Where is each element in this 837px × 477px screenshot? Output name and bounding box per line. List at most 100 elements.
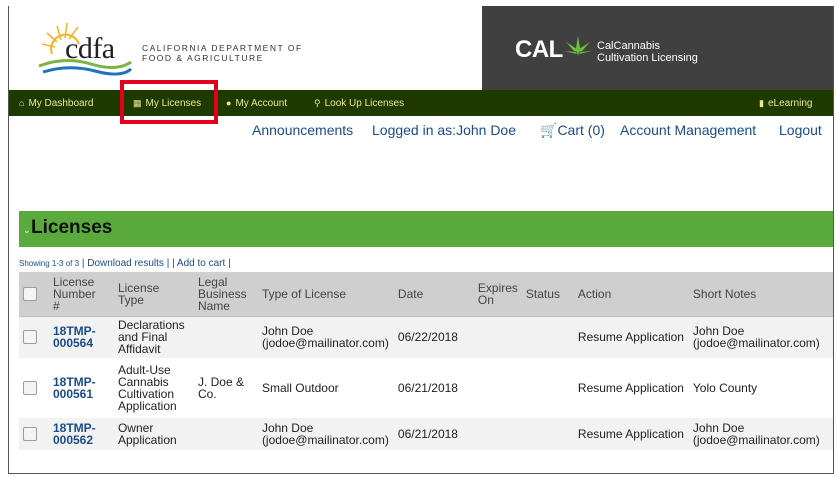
legal-business-name-cell [193, 418, 258, 450]
col-license-number-l2: Number [52, 286, 96, 301]
cdfa-header-area: cdfa CALIFORNIA DEPARTMENT OF FOOD & AGR… [9, 6, 482, 90]
home-icon: ⌂ [19, 98, 25, 108]
col-legal-business-name[interactable]: Legal Business Name [193, 272, 258, 317]
tol-l2: (jodoe@mailinator.com) [261, 433, 389, 447]
type-of-license-cell: John Doe (jodoe@mailinator.com) [257, 316, 394, 358]
license-number-l2: 000564 [52, 336, 94, 351]
row-select-cell [19, 358, 49, 418]
separator: | | [166, 258, 177, 269]
user-icon: ● [226, 98, 232, 108]
cal-sub-line1: CalCannabis [597, 40, 660, 52]
license-type-l4: Application [117, 399, 177, 413]
col-license-number-l3: # [52, 298, 60, 313]
cdfa-dept-line1: CALIFORNIA DEPARTMENT OF [142, 43, 303, 53]
resume-application-link[interactable]: Resume Application [573, 358, 689, 418]
table-row: 18TMP- 000561 Adult-Use Cannabis Cultiva… [19, 358, 833, 418]
type-of-license-cell: John Doe (jodoe@mailinator.com) [257, 418, 394, 450]
nav-my-account[interactable]: ● My Account [226, 90, 287, 116]
cdfa-dept-line2: FOOD & AGRICULTURE [142, 53, 264, 63]
cal-sub-line2: Cultivation Licensing [597, 52, 698, 64]
type-of-license-cell: Small Outdoor [257, 358, 394, 418]
cart-link[interactable]: 🛒Cart (0) [540, 122, 605, 139]
row-select-cell [19, 316, 49, 358]
nav-my-dashboard[interactable]: ⌂ My Dashboard [19, 90, 93, 116]
license-type-l2: Application [117, 433, 177, 447]
select-all-checkbox[interactable] [23, 286, 37, 301]
col-license-type[interactable]: License Type [113, 272, 194, 317]
licenses-section-title: Licenses [31, 217, 113, 238]
col-expires-l1: Expires [477, 280, 518, 295]
cannabis-leaf-icon [564, 36, 592, 56]
nav-my-account-label: My Account [235, 98, 288, 109]
licenses-table: License Number # License Type Legal Busi… [19, 272, 833, 450]
resume-application-link[interactable]: Resume Application [573, 418, 689, 450]
license-number-link[interactable]: 18TMP- 000564 [48, 316, 114, 358]
short-notes-cell: John Doe (jodoe@mailinator.com) [688, 316, 833, 358]
col-lbn-l2: Business [197, 286, 247, 301]
add-to-cart-link[interactable]: Add to cart [177, 258, 225, 269]
cdfa-department-name: CALIFORNIA DEPARTMENT OF FOOD & AGRICULT… [142, 43, 342, 63]
cal-logo-text: CAL [515, 36, 563, 63]
license-type-cell: Owner Application [113, 418, 194, 450]
expires-on-cell [473, 418, 522, 450]
nav-look-up-licenses-label: Look Up Licenses [324, 98, 405, 109]
results-toolbar: Showing 1-3 of 3 | Download results | | … [19, 258, 231, 269]
license-type-l3: Affidavit [117, 342, 161, 357]
nav-look-up-licenses[interactable]: ⚲ Look Up Licenses [314, 90, 404, 116]
collapse-chevron-icon[interactable]: ⌄ [23, 225, 31, 236]
status-cell [521, 418, 574, 450]
announcements-link[interactable]: Announcements [252, 122, 353, 138]
calcannabis-subtitle: CalCannabis Cultivation Licensing [597, 40, 797, 64]
nav-elearning-label: eLearning [767, 98, 813, 109]
col-lbn-l1: Legal [197, 274, 228, 289]
row-checkbox[interactable] [23, 381, 37, 395]
notes-l2: (jodoe@mailinator.com) [692, 433, 820, 447]
license-number-l2: 000561 [52, 387, 94, 401]
row-select-cell [19, 418, 49, 450]
license-number-link[interactable]: 18TMP- 000561 [48, 358, 114, 418]
col-license-type-l2: Type [117, 292, 144, 307]
nav-elearning[interactable]: ▮ eLearning [759, 90, 812, 116]
cart-icon: 🛒 [540, 122, 558, 138]
logout-link[interactable]: Logout [779, 122, 822, 138]
tol-l2: (jodoe@mailinator.com) [261, 336, 389, 351]
col-type-of-license[interactable]: Type of License [257, 272, 394, 317]
col-short-notes[interactable]: Short Notes [688, 272, 833, 317]
separator: | [228, 258, 231, 269]
col-license-type-l1: License [117, 280, 160, 295]
download-results-link[interactable]: Download results [87, 258, 164, 269]
license-number-link[interactable]: 18TMP- 000562 [48, 418, 114, 450]
my-licenses-highlight-annotation [120, 80, 218, 124]
book-icon: ▮ [759, 98, 764, 108]
row-checkbox[interactable] [23, 330, 37, 345]
date-cell: 06/21/2018 [393, 418, 474, 450]
expires-on-cell [473, 358, 522, 418]
legal-business-name-cell: J. Doe & Co. [193, 358, 258, 418]
notes-l2: (jodoe@mailinator.com) [692, 336, 820, 351]
resume-application-link[interactable]: Resume Application [573, 316, 689, 358]
license-type-cell: Declarations and Final Affidavit [113, 316, 194, 358]
col-license-number[interactable]: License Number # [48, 272, 114, 317]
col-date[interactable]: Date [393, 272, 474, 317]
site-header: cdfa CALIFORNIA DEPARTMENT OF FOOD & AGR… [9, 6, 833, 90]
col-action[interactable]: Action [573, 272, 689, 317]
notes-l1: Yolo County [692, 381, 758, 395]
licenses-section-header[interactable] [19, 211, 833, 247]
showing-count: Showing 1-3 of 3 [19, 259, 80, 268]
table-header-row: License Number # License Type Legal Busi… [19, 272, 833, 317]
nav-my-dashboard-label: My Dashboard [28, 98, 94, 109]
col-expires-on[interactable]: Expires On [473, 272, 522, 317]
legal-business-name-cell [193, 316, 258, 358]
row-checkbox[interactable] [23, 427, 37, 441]
col-status[interactable]: Status [521, 272, 574, 317]
tol-l1: Small Outdoor [261, 381, 339, 395]
col-expires-l2: On [477, 292, 494, 307]
status-cell [521, 316, 574, 358]
col-lbn-l3: Name [197, 298, 230, 313]
date-cell: 06/21/2018 [393, 358, 474, 418]
date-cell: 06/22/2018 [393, 316, 474, 358]
account-management-link[interactable]: Account Management [620, 122, 756, 138]
expires-on-cell [473, 316, 522, 358]
table-row: 18TMP- 000562 Owner Application John Doe… [19, 418, 833, 450]
cart-link-label: Cart (0) [557, 122, 605, 138]
